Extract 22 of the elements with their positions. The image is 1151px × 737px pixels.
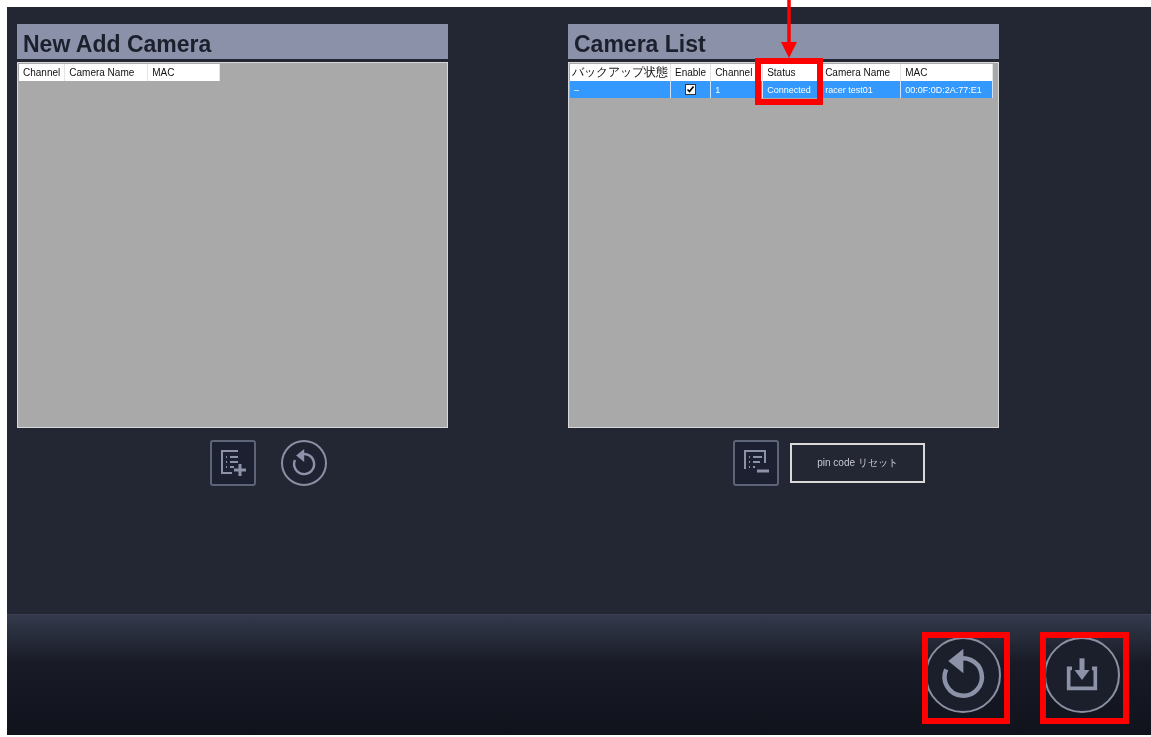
panel-title: New Add Camera: [17, 24, 448, 62]
save-button[interactable]: [1044, 637, 1120, 713]
column-header[interactable]: Camera Name: [64, 64, 148, 81]
remove-camera-button[interactable]: [733, 440, 779, 486]
pin-reset-button[interactable]: pin code リセット: [790, 443, 925, 483]
column-header[interactable]: MAC: [147, 64, 220, 81]
column-header[interactable]: バックアップ状態: [570, 64, 671, 81]
column-header[interactable]: Camera Name: [820, 64, 901, 81]
refresh-button[interactable]: [281, 440, 327, 486]
list-add-icon: [218, 448, 248, 478]
column-header[interactable]: MAC: [900, 64, 993, 81]
refresh-button[interactable]: [925, 637, 1001, 713]
panel-title: Camera List: [568, 24, 999, 62]
column-header[interactable]: Enable: [670, 64, 711, 81]
checkbox[interactable]: [685, 84, 697, 96]
annotation-arrow: [781, 0, 797, 58]
column-header[interactable]: Channel: [19, 64, 65, 81]
table-cell: –: [570, 81, 671, 98]
add-camera-button[interactable]: [210, 440, 256, 486]
table-cell: racer test01: [820, 81, 901, 98]
highlight-box: [755, 58, 823, 105]
table-cell: 00:0F:0D:2A:77:E1: [900, 81, 993, 98]
